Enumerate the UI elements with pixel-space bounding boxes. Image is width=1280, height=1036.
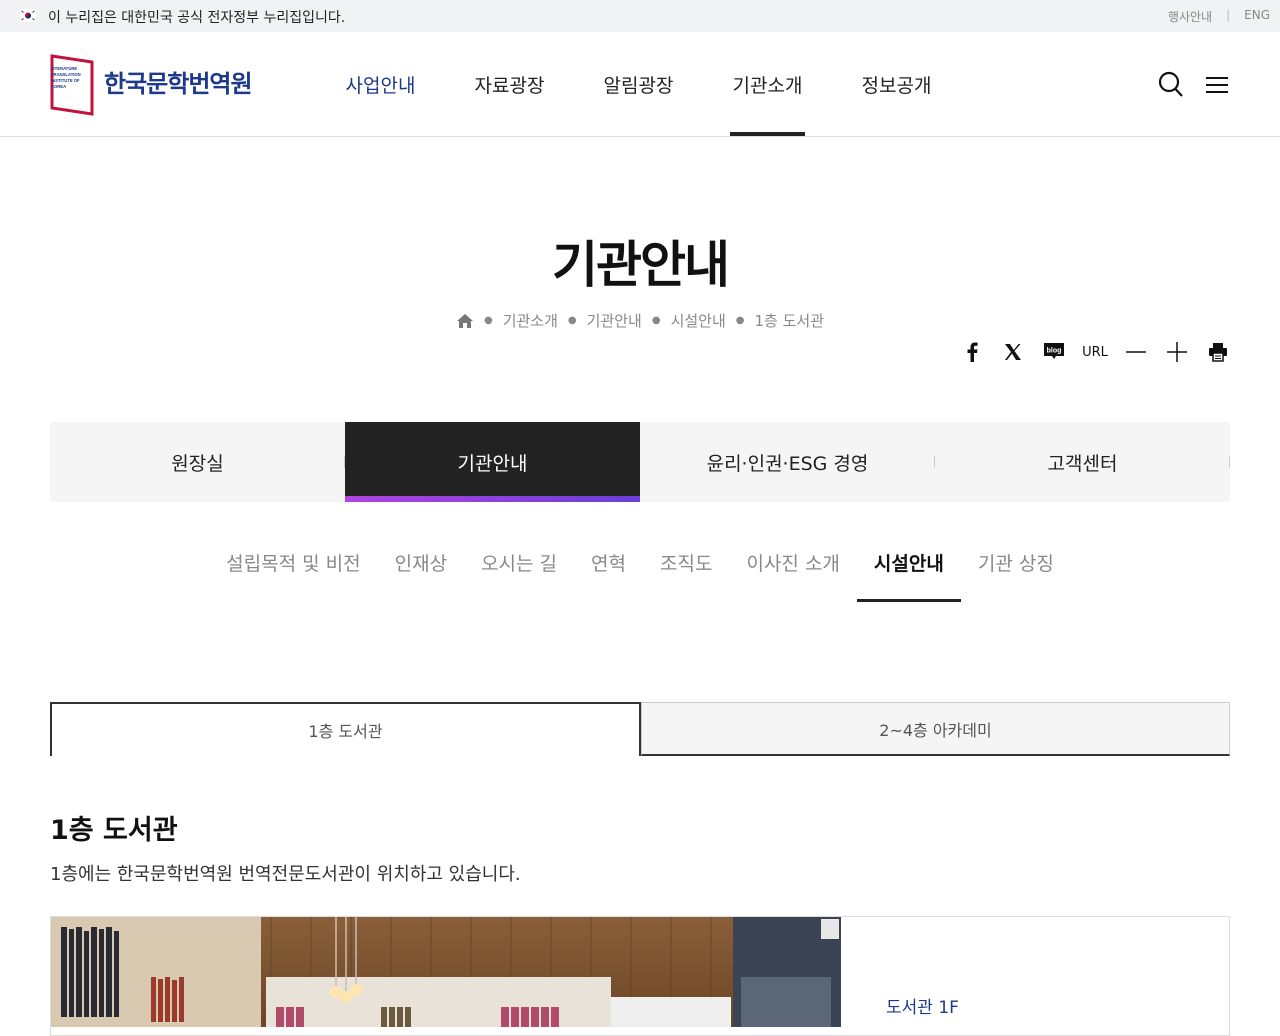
breadcrumb-item[interactable]: 기관소개 — [503, 310, 558, 331]
subnav-vision[interactable]: 설립목적 및 비전 — [209, 522, 377, 602]
gov-notice[interactable]: 이 누리집은 대한민국 공식 전자정부 누리집입니다. — [48, 7, 345, 27]
library-photo — [51, 917, 841, 1027]
subnav-board[interactable]: 이사진 소개 — [729, 522, 856, 602]
home-icon[interactable] — [456, 313, 474, 329]
tab-institution[interactable]: 기관안내 — [345, 422, 640, 502]
event-link[interactable]: 행사안내 — [1168, 8, 1212, 25]
breadcrumb-item-current: 1층 도서관 — [754, 312, 825, 330]
tab-director[interactable]: 원장실 — [50, 422, 345, 502]
eng-link[interactable]: ENG — [1244, 8, 1270, 25]
blog-icon[interactable]: blog — [1042, 338, 1066, 366]
font-larger-icon[interactable] — [1165, 338, 1189, 366]
section-description: 1층에는 한국문학번역원 번역전문도서관이 위치하고 있습니다. — [50, 864, 521, 885]
url-copy-button[interactable]: URL — [1082, 338, 1108, 366]
floor-tab-2-4f[interactable]: 2~4층 아카데미 — [641, 702, 1230, 756]
share-tools: blog URL — [960, 338, 1230, 366]
gnb-resources[interactable]: 자료광장 — [445, 32, 574, 136]
tab-customer-center[interactable]: 고객센터 — [935, 422, 1230, 502]
breadcrumb-sep: ● — [483, 315, 493, 326]
tab-label: 고객센터 — [1047, 452, 1118, 475]
font-smaller-icon[interactable] — [1124, 338, 1148, 366]
facility-card: 도서관 1F — [50, 916, 1230, 1036]
gnb-business[interactable]: 사업안내 — [316, 32, 445, 136]
section-title: 1층 도서관 — [50, 815, 178, 846]
gnb-about[interactable]: 기관소개 — [703, 32, 832, 136]
global-nav: 사업안내 자료광장 알림광장 기관소개 정보공개 — [316, 32, 961, 136]
logo-small-text-4: KOREA — [51, 84, 66, 89]
photo-caption: 도서관 1F — [886, 998, 959, 1018]
tab-label: 기관안내 — [457, 452, 528, 475]
facebook-icon[interactable] — [960, 338, 984, 366]
hamburger-menu-icon[interactable] — [1206, 76, 1228, 94]
logo-small-text-3: INSTITUTE OF — [51, 78, 80, 83]
tab-ethics-esg[interactable]: 윤리·인권·ESG 경영 — [640, 422, 935, 502]
breadcrumb-sep: ● — [735, 315, 745, 326]
breadcrumb-sep: ● — [567, 315, 577, 326]
breadcrumb-sep: ● — [651, 315, 661, 326]
subnav-talent[interactable]: 인재상 — [378, 522, 464, 602]
breadcrumb-item[interactable]: 기관안내 — [587, 310, 642, 331]
section-tabs: 원장실 기관안내 윤리·인권·ESG 경영 고객센터 — [50, 422, 1230, 502]
page-title: 기관안내 — [552, 236, 730, 294]
tab-label: 윤리·인권·ESG 경영 — [706, 452, 869, 475]
subnav-history[interactable]: 연혁 — [574, 522, 643, 602]
subnav-organization[interactable]: 조직도 — [643, 522, 729, 602]
logo-name[interactable]: 한국문학번역원 — [104, 64, 253, 99]
subnav-directions[interactable]: 오시는 길 — [464, 522, 574, 602]
print-icon[interactable] — [1206, 338, 1230, 366]
breadcrumb-item[interactable]: 시설안내 — [671, 310, 726, 331]
tab-label: 원장실 — [171, 452, 224, 475]
search-icon[interactable] — [1158, 70, 1184, 98]
gnb-news[interactable]: 알림광장 — [574, 32, 703, 136]
breadcrumb: ● 기관소개 ● 기관안내 ● 시설안내 ● 1층 도서관 — [0, 310, 1280, 331]
logo-small-text-1: LITERATURE — [51, 66, 77, 71]
gnb-disclosure[interactable]: 정보공개 — [832, 32, 961, 136]
floor-tab-1f[interactable]: 1층 도서관 — [50, 702, 641, 756]
x-icon[interactable] — [1001, 338, 1025, 366]
blog-label: blog — [1047, 348, 1062, 355]
subnav-facilities[interactable]: 시설안내 — [856, 522, 961, 602]
logo-small-text-2: TRANSLATION — [51, 72, 81, 77]
floor-tabs: 1층 도서관 2~4층 아카데미 — [50, 702, 1230, 756]
site-header: LITERATURE TRANSLATION INSTITUTE OF KORE… — [0, 32, 1280, 137]
gov-banner: 이 누리집은 대한민국 공식 전자정부 누리집입니다. 행사안내 | ENG — [0, 0, 1280, 32]
subnav-symbol[interactable]: 기관 상징 — [961, 522, 1071, 602]
divider: | — [1226, 8, 1231, 22]
logo-mark[interactable]: LITERATURE TRANSLATION INSTITUTE OF KORE… — [50, 54, 94, 116]
sub-nav: 설립목적 및 비전 인재상 오시는 길 연혁 조직도 이사진 소개 시설안내 기… — [0, 522, 1280, 602]
korea-flag-icon — [20, 9, 36, 22]
divider — [1229, 456, 1230, 468]
